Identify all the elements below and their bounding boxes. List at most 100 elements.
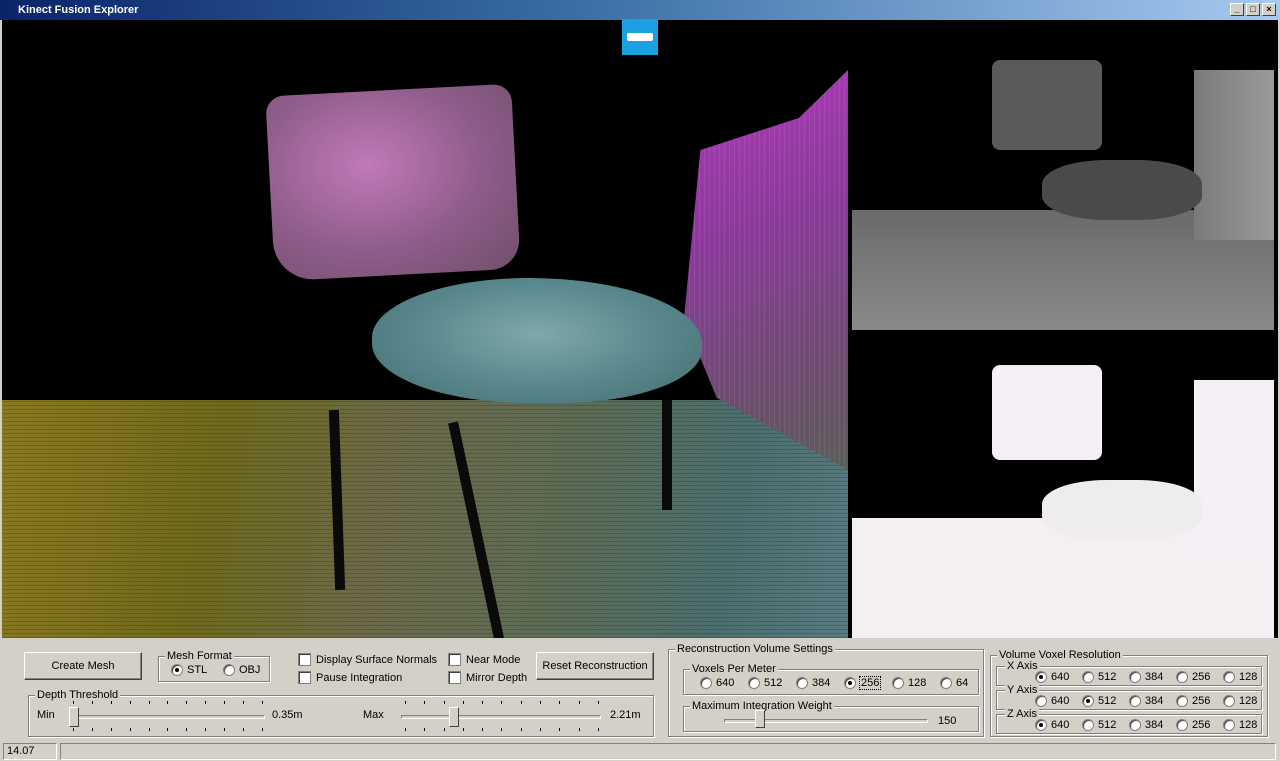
radio-icon [223, 664, 235, 676]
checkbox-label: Display Surface Normals [316, 653, 438, 666]
maximize-button[interactable]: □ [1246, 3, 1260, 16]
radio-label: 128 [1239, 671, 1258, 683]
voxels-per-meter-radio-128[interactable]: 128 [892, 677, 926, 689]
checkbox-icon [448, 653, 461, 666]
checkbox-label: Near Mode [466, 653, 521, 666]
near-mode-checkbox[interactable]: Near Mode [448, 653, 520, 666]
status-bar: 14.07 FPS [0, 741, 1280, 761]
axis-2-radio-640[interactable]: 640 [1035, 719, 1069, 731]
chair-leg [662, 400, 672, 510]
min-value: 0.35m [272, 709, 303, 721]
viewport [2, 20, 1278, 638]
axis-2-radio-256[interactable]: 256 [1176, 719, 1210, 731]
voxels-per-meter-radio-64[interactable]: 64 [940, 677, 968, 689]
axis-group-y-axis: Y Axis 640 512 384 256 128 [996, 684, 1262, 710]
mirror-depth-checkbox[interactable]: Mirror Depth [448, 671, 527, 684]
radio-label: 512 [1098, 719, 1117, 731]
weight-value: 150 [938, 715, 957, 727]
max-slider-ticks [405, 728, 599, 731]
radio-icon [171, 664, 183, 676]
voxels-per-meter-radio-640[interactable]: 640 [700, 677, 734, 689]
radio-icon [1129, 719, 1141, 731]
axis-1-radio-256[interactable]: 256 [1176, 695, 1210, 707]
voxels-per-meter-group: Voxels Per Meter 640 512 384 256 128 64 [683, 663, 979, 695]
fps-readout: 14.07 FPS [3, 743, 57, 761]
axis-0-radio-128[interactable]: 128 [1223, 671, 1257, 683]
mesh-format-stl-radio[interactable]: STL [171, 664, 207, 676]
radio-label: 256 [1192, 695, 1211, 707]
radio-icon [1082, 695, 1094, 707]
checkbox-icon [298, 671, 311, 684]
weight-slider-thumb[interactable] [755, 710, 766, 728]
radio-icon [796, 677, 808, 689]
depth-chair-back [992, 60, 1102, 150]
axis-group-z-axis: Z Axis 640 512 384 256 128 [996, 708, 1262, 734]
radio-icon [1223, 719, 1235, 731]
pause-integration-checkbox[interactable]: Pause Integration [298, 671, 402, 684]
window-title: Kinect Fusion Explorer [18, 4, 139, 16]
max-slider-thumb[interactable] [448, 707, 459, 727]
display-surface-normals-checkbox[interactable]: Display Surface Normals [298, 653, 437, 666]
axis-label: Z Axis [1005, 708, 1039, 720]
min-slider-track [69, 715, 265, 719]
radio-label: 256 [858, 676, 882, 690]
radio-label: 640 [1051, 695, 1070, 707]
axis-2-radio-128[interactable]: 128 [1223, 719, 1257, 731]
reconstruction-view[interactable] [2, 20, 848, 638]
radio-icon [1082, 719, 1094, 731]
min-slider-thumb[interactable] [69, 707, 79, 727]
axis-1-radio-512[interactable]: 512 [1082, 695, 1116, 707]
axis-0-radio-640[interactable]: 640 [1035, 671, 1069, 683]
close-button[interactable]: × [1262, 3, 1276, 16]
reconstructed-chair-seat [372, 278, 702, 403]
axis-group-x-axis: X Axis 640 512 384 256 128 [996, 660, 1262, 686]
normals-wall [1194, 380, 1274, 560]
radio-icon [844, 677, 856, 689]
reconstruction-volume-label: Reconstruction Volume Settings [675, 643, 835, 655]
axis-0-radio-512[interactable]: 512 [1082, 671, 1116, 683]
radio-label: 640 [1051, 719, 1070, 731]
mesh-format-group: Mesh Format STL OBJ [158, 650, 270, 682]
radio-label: 384 [812, 677, 831, 689]
checkbox-label: Pause Integration [316, 671, 403, 684]
axis-2-radio-384[interactable]: 384 [1129, 719, 1163, 731]
voxels-per-meter-radio-384[interactable]: 384 [796, 677, 830, 689]
radio-icon [1176, 719, 1188, 731]
reconstructed-floor [2, 400, 848, 638]
axis-1-radio-640[interactable]: 640 [1035, 695, 1069, 707]
normals-chair-back [992, 365, 1102, 460]
reset-reconstruction-button[interactable]: Reset Reconstruction [536, 652, 654, 680]
radio-icon [940, 677, 952, 689]
radio-icon [1035, 695, 1047, 707]
create-mesh-button[interactable]: Create Mesh [24, 652, 142, 680]
radio-label: 256 [1192, 671, 1211, 683]
checkbox-icon [448, 671, 461, 684]
radio-label: 512 [1098, 671, 1117, 683]
radio-icon [1082, 671, 1094, 683]
radio-label: 640 [716, 677, 735, 689]
radio-icon [1035, 671, 1047, 683]
axis-0-radio-384[interactable]: 384 [1129, 671, 1163, 683]
minimize-button[interactable]: _ [1230, 3, 1244, 16]
radio-icon [1223, 695, 1235, 707]
mesh-format-obj-radio[interactable]: OBJ [223, 664, 260, 676]
voxels-per-meter-radio-512[interactable]: 512 [748, 677, 782, 689]
depth-threshold-label: Depth Threshold [35, 689, 121, 701]
axis-1-radio-128[interactable]: 128 [1223, 695, 1257, 707]
min-label: Min [37, 709, 55, 721]
depth-chair-seat [1042, 160, 1202, 220]
radio-label: 256 [1192, 719, 1211, 731]
depth-threshold-group: Depth Threshold Min 0.35m Max 2.21m [28, 689, 654, 737]
radio-icon [1129, 671, 1141, 683]
axis-1-radio-384[interactable]: 384 [1129, 695, 1163, 707]
reconstructed-chair-backrest [265, 83, 521, 282]
min-slider-ticks [73, 701, 263, 704]
radio-icon [1129, 695, 1141, 707]
radio-icon [1035, 719, 1047, 731]
radio-icon [700, 677, 712, 689]
radio-label: STL [187, 664, 208, 676]
voxels-per-meter-radio-256[interactable]: 256 [844, 676, 882, 690]
axis-2-radio-512[interactable]: 512 [1082, 719, 1116, 731]
axis-0-radio-256[interactable]: 256 [1176, 671, 1210, 683]
voxels-per-meter-label: Voxels Per Meter [690, 663, 778, 675]
